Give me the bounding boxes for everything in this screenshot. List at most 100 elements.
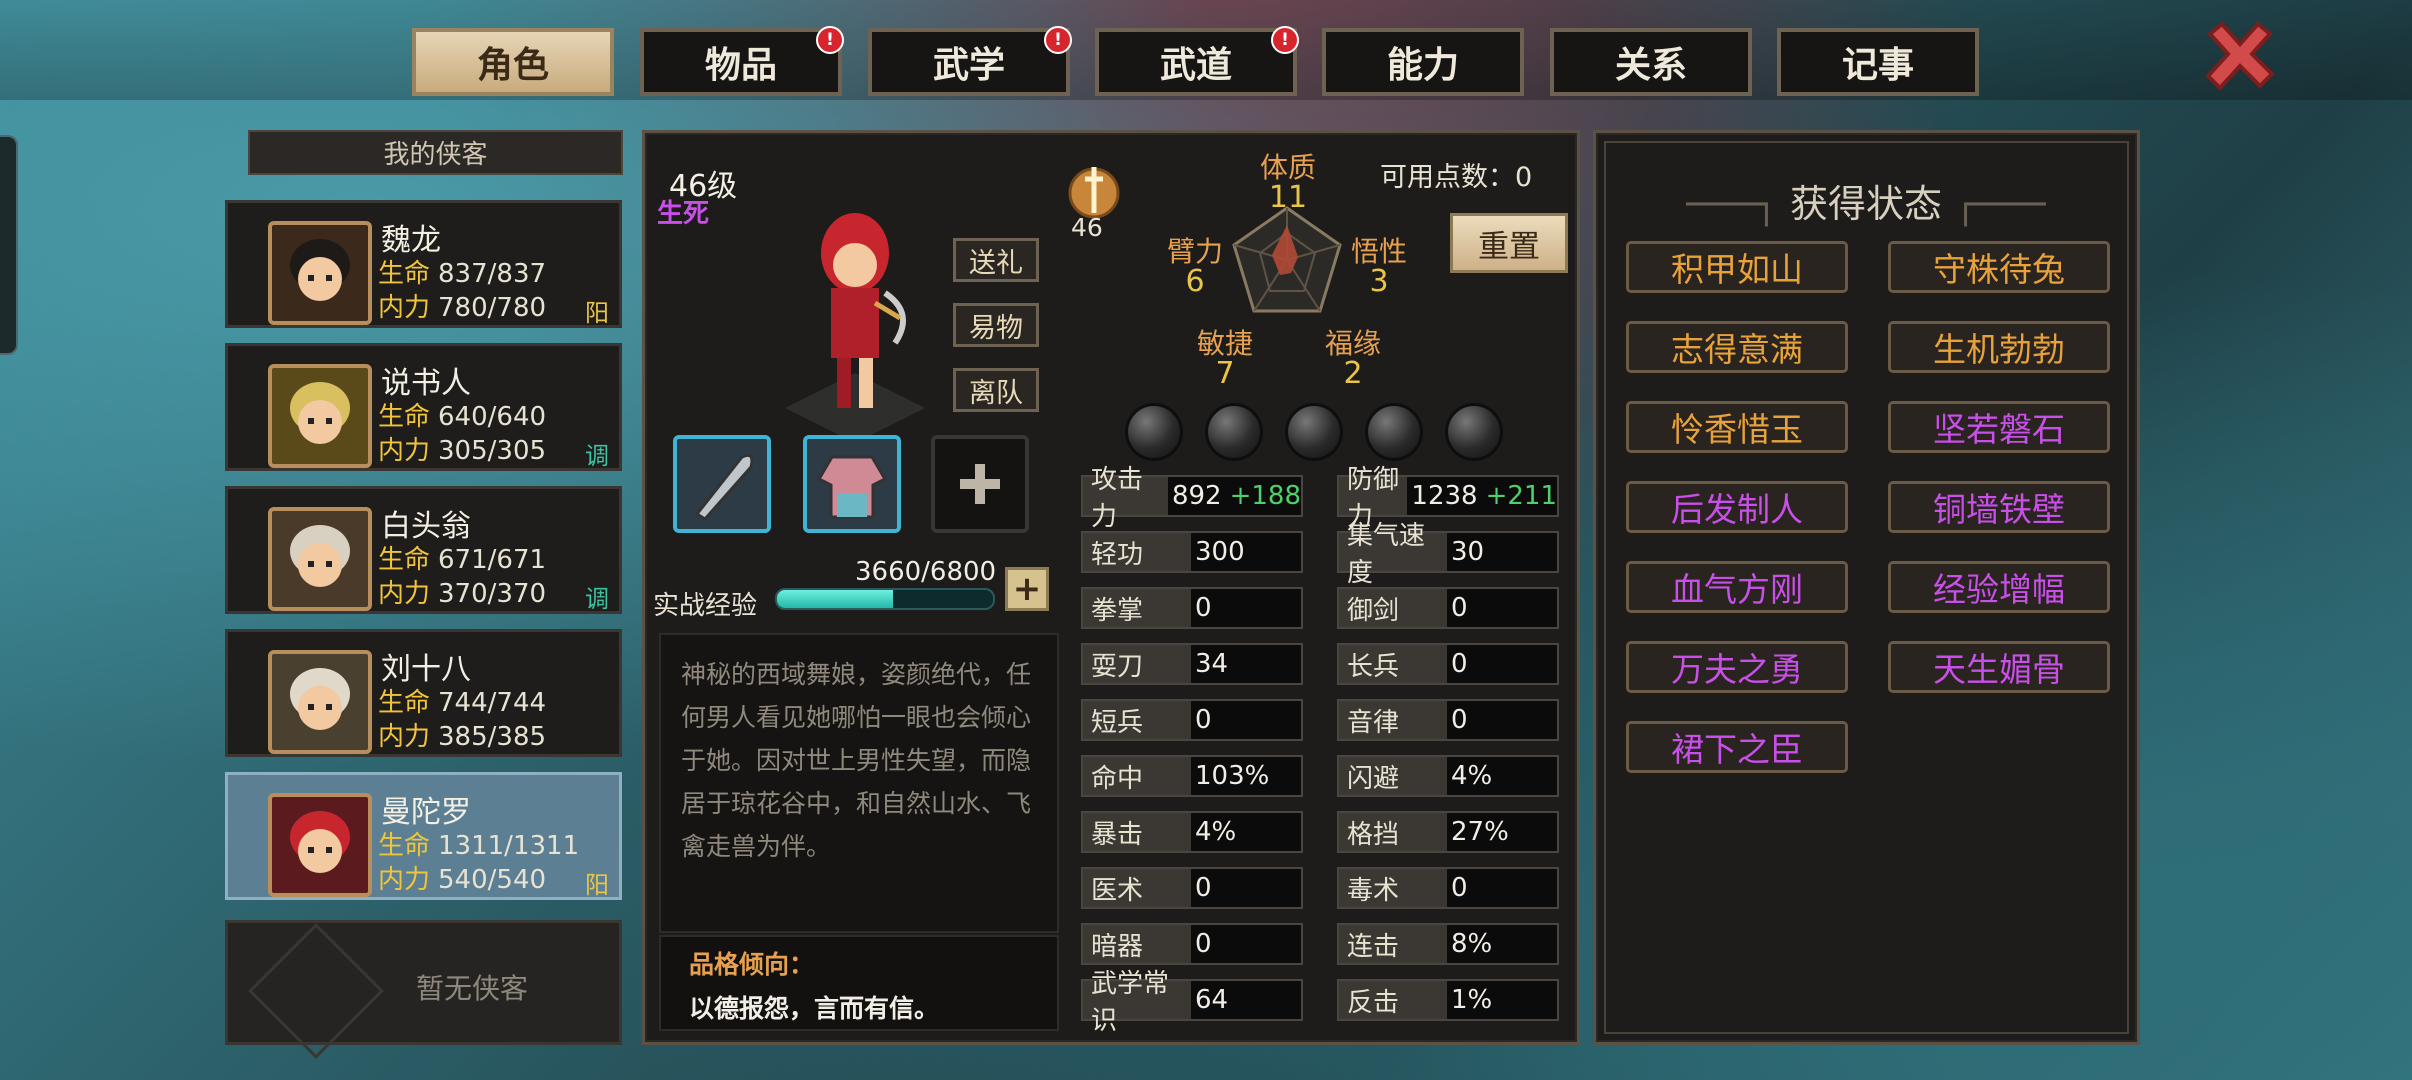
member-hp: 生命 837/837	[378, 253, 546, 290]
roster-card[interactable]: 曼陀罗 生命 1311/1311 内力 540/540 阳	[225, 772, 622, 900]
avatar	[268, 221, 372, 325]
attr-fuyuan: 福缘 2	[1325, 329, 1381, 390]
stat-label: 短兵	[1083, 701, 1191, 739]
status-chip[interactable]: 铜墙铁壁	[1888, 481, 2110, 533]
exp-value: 3660/6800	[855, 557, 997, 587]
notification-badge: !	[1271, 26, 1299, 54]
tab-5[interactable]: 关系	[1550, 28, 1752, 96]
stat-label: 攻击力	[1083, 465, 1168, 532]
status-title: 获得状态	[1789, 182, 1942, 226]
reset-button[interactable]: 重置	[1450, 213, 1568, 273]
tab-3[interactable]: 武道!	[1095, 26, 1299, 96]
stat-value: 64	[1195, 985, 1229, 1015]
tab-4[interactable]: 能力	[1322, 28, 1524, 96]
tizhi-value: 11	[1268, 180, 1308, 216]
attr-wuxing: 悟性 3	[1351, 237, 1407, 298]
stat-value: 0	[1451, 593, 1468, 623]
attr-bili: 臂力 6	[1167, 237, 1223, 298]
status-chip[interactable]: 守株待兔	[1888, 241, 2110, 293]
stat-value: 0	[1451, 873, 1468, 903]
accessory-slot[interactable]	[931, 435, 1029, 533]
morality-box: 品格倾向： 以德报怨，言而有信。	[659, 935, 1059, 1031]
roster-card[interactable]: 白头翁 生命 671/671 内力 370/370 调	[225, 486, 622, 614]
meridian-orb-2[interactable]	[1205, 403, 1263, 461]
status-chip[interactable]: 血气方刚	[1626, 561, 1848, 613]
stat-label: 音律	[1339, 701, 1447, 739]
mp-value: 385/385	[438, 722, 547, 752]
stat-label: 御剑	[1339, 589, 1447, 627]
close-button[interactable]	[2200, 18, 2280, 98]
stat-value: 4%	[1451, 761, 1493, 791]
stat-label: 毒术	[1339, 869, 1447, 907]
hp-label: 生命	[378, 259, 431, 289]
avatar	[268, 507, 372, 611]
hp-label: 生命	[378, 831, 431, 861]
exp-label: 实战经验	[653, 591, 758, 621]
trade-button[interactable]: 易物	[953, 303, 1039, 347]
stat-label: 拳掌	[1083, 589, 1191, 627]
mp-label: 内力	[378, 865, 431, 895]
tab-label: 武道	[1159, 45, 1232, 86]
status-chip[interactable]: 天生媚骨	[1888, 641, 2110, 693]
member-mp: 内力 540/540	[378, 859, 546, 896]
status-chip[interactable]: 裙下之臣	[1626, 721, 1848, 773]
member-tag: 调	[585, 585, 609, 613]
status-chip[interactable]: 经验增幅	[1888, 561, 2110, 613]
member-tag: 阳	[585, 871, 609, 899]
hp-value: 640/640	[438, 402, 547, 432]
roster-card[interactable]: 说书人 生命 640/640 内力 305/305 调	[225, 343, 622, 471]
morality-label: 品格倾向：	[689, 950, 815, 979]
stat-value: 103%	[1195, 761, 1270, 791]
stat-value: 27%	[1451, 817, 1509, 847]
add-exp-button[interactable]: +	[1005, 567, 1049, 611]
stat-value: 0	[1195, 705, 1212, 735]
stat-row: 格挡 27%	[1337, 811, 1559, 853]
roster-title-label: 我的侠客	[383, 140, 488, 170]
weapon-slot[interactable]	[673, 435, 771, 533]
roster-card[interactable]: 刘十八 生命 744/744 内力 385/385	[225, 629, 622, 757]
stat-row: 御剑 0	[1337, 587, 1559, 629]
leave-party-button[interactable]: 离队	[953, 368, 1039, 412]
meridian-orb-3[interactable]	[1285, 403, 1343, 461]
stat-label: 集气速度	[1339, 521, 1447, 588]
status-chip[interactable]: 生机勃勃	[1888, 321, 2110, 373]
status-chip[interactable]: 万夫之勇	[1626, 641, 1848, 693]
side-drawer-handle[interactable]	[0, 135, 18, 355]
bio-text: 神秘的西域舞娘，姿颜绝代，任何男人看见她哪怕一眼也会倾心于她。因对世上男性失望，…	[681, 660, 1032, 861]
hp-value: 837/837	[438, 259, 547, 289]
gift-button[interactable]: 送礼	[953, 238, 1039, 282]
stat-row: 耍刀 34	[1081, 643, 1303, 685]
mp-value: 305/305	[438, 436, 547, 466]
meridian-orb-4[interactable]	[1365, 403, 1423, 461]
stat-value: 0	[1451, 649, 1468, 679]
hp-label: 生命	[378, 402, 431, 432]
status-chip[interactable]: 怜香惜玉	[1626, 401, 1848, 453]
mp-value: 540/540	[438, 865, 547, 895]
wuxing-label: 悟性	[1351, 235, 1408, 268]
status-chip[interactable]: 志得意满	[1626, 321, 1848, 373]
member-mp: 内力 370/370	[378, 573, 546, 610]
robe-icon	[816, 455, 888, 519]
character-panel: 46级 生死 送礼 易物 离队 实战经验 3660/6800 + 神秘的西域舞娘…	[642, 130, 1580, 1045]
status-chip[interactable]: 坚若磐石	[1888, 401, 2110, 453]
stat-bonus: +188	[1229, 481, 1301, 511]
status-chip[interactable]: 后发制人	[1626, 481, 1848, 533]
stat-bonus: +211	[1485, 481, 1557, 511]
tab-0[interactable]: 角色	[412, 28, 614, 96]
stat-label: 防御力	[1339, 465, 1408, 532]
exp-bar	[775, 588, 995, 610]
meridian-orb-5[interactable]	[1445, 403, 1503, 461]
tab-1[interactable]: 物品!	[640, 26, 844, 96]
meridian-orb-1[interactable]	[1125, 403, 1183, 461]
armor-slot[interactable]	[803, 435, 901, 533]
stat-row: 毒术 0	[1337, 867, 1559, 909]
empty-member-slot[interactable]: 暂无侠客	[225, 920, 622, 1059]
tab-6[interactable]: 记事	[1777, 28, 1979, 96]
stat-value: 0	[1195, 593, 1212, 623]
tab-2[interactable]: 武学!	[868, 26, 1072, 96]
roster-card[interactable]: 魏龙 生命 837/837 内力 780/780 阳	[225, 200, 622, 328]
status-chip[interactable]: 积甲如山	[1626, 241, 1848, 293]
stat-label: 暗器	[1083, 925, 1191, 963]
fuyuan-label: 福缘	[1325, 327, 1382, 360]
member-mp: 内力 385/385	[378, 716, 546, 753]
